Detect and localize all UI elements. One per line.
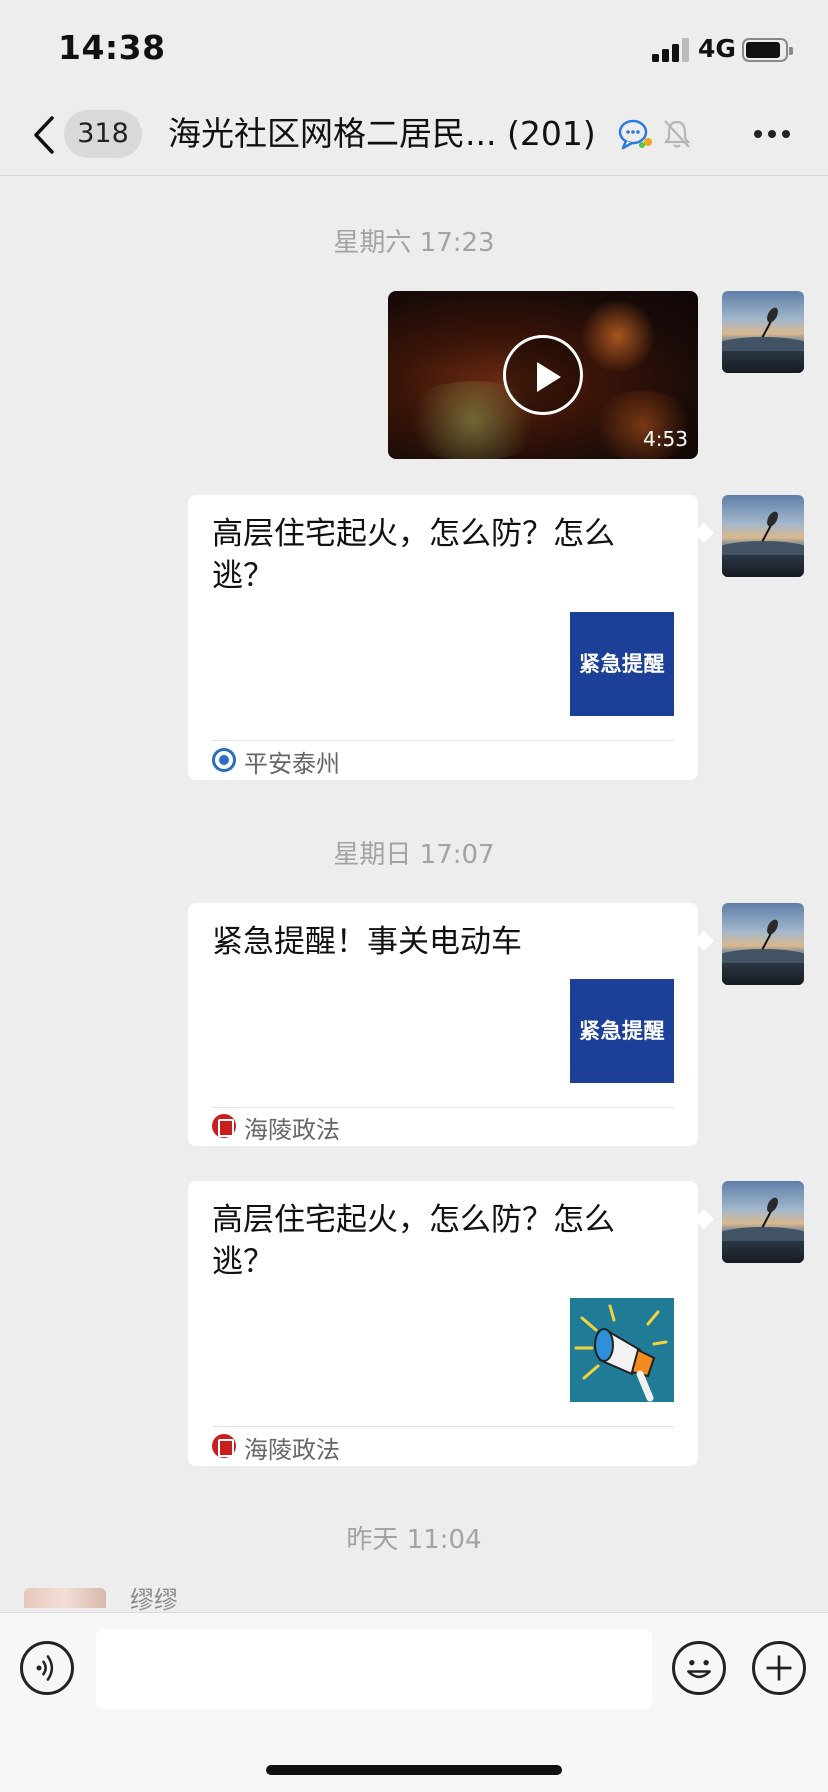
police-badge-icon — [212, 748, 236, 772]
chat-title-name: 海光社区网格二居民... — [168, 114, 497, 153]
unread-badge[interactable]: 318 — [64, 110, 142, 158]
link-card[interactable]: 高层住宅起火，怎么防？怎么逃？ 紧急提醒 平安泰州 — [188, 495, 698, 780]
card-divider — [212, 1426, 674, 1427]
timestamp: 星期日 17:07 — [333, 840, 495, 870]
seal-icon — [212, 1434, 236, 1458]
my-avatar[interactable] — [722, 495, 804, 577]
back-icon[interactable] — [30, 114, 60, 156]
status-bar: 14:38 4G — [0, 0, 828, 96]
battery-icon — [742, 38, 793, 62]
signal-icon — [652, 38, 692, 62]
link-source: 海陵政法 — [244, 1436, 340, 1464]
input-bar — [0, 1612, 828, 1792]
link-source: 海陵政法 — [244, 1116, 340, 1144]
chat-title[interactable]: 海光社区网格二居民... (201) — [168, 110, 596, 158]
link-title: 高层住宅起火，怎么防？怎么逃？ — [212, 1202, 615, 1280]
chat-member-count: (201) — [506, 114, 596, 153]
status-time: 14:38 — [58, 28, 166, 67]
video-message[interactable]: 4:53 — [388, 291, 698, 459]
nav-bar: 318 海光社区网格二居民... (201) — [0, 96, 828, 176]
home-indicator[interactable] — [266, 1765, 562, 1775]
message-input[interactable] — [96, 1629, 652, 1709]
card-divider — [212, 740, 674, 741]
card-divider — [212, 1107, 674, 1108]
my-avatar[interactable] — [722, 291, 804, 373]
link-title: 紧急提醒！事关电动车 — [212, 924, 522, 960]
sender-avatar[interactable] — [24, 1588, 106, 1608]
timestamp: 星期六 17:23 — [333, 228, 495, 258]
link-card[interactable]: 高层住宅起火，怎么防？怎么逃？ 海陵政法 — [188, 1181, 698, 1466]
voice-input-icon[interactable] — [20, 1641, 74, 1695]
link-source: 平安泰州 — [244, 750, 340, 778]
sender-name: 缪缪 — [130, 1586, 178, 1614]
more-icon[interactable] — [752, 130, 792, 140]
link-title: 高层住宅起火，怎么防？怎么逃？ — [212, 516, 615, 594]
link-thumbnail: 紧急提醒 — [570, 612, 674, 716]
timestamp: 昨天 11:04 — [346, 1525, 482, 1555]
video-duration: 4:53 — [643, 427, 688, 451]
network-label: 4G — [698, 34, 736, 63]
link-card[interactable]: 紧急提醒！事关电动车 紧急提醒 海陵政法 — [188, 903, 698, 1146]
my-avatar[interactable] — [722, 903, 804, 985]
play-icon[interactable] — [503, 335, 583, 415]
plus-icon[interactable] — [752, 1641, 806, 1695]
seal-icon — [212, 1114, 236, 1138]
link-thumbnail: 紧急提醒 — [570, 979, 674, 1083]
emoji-icon[interactable] — [672, 1641, 726, 1695]
my-avatar[interactable] — [722, 1181, 804, 1263]
mute-bell-icon — [663, 120, 691, 148]
group-chat-icon — [618, 119, 652, 150]
megaphone-icon — [570, 1298, 674, 1402]
